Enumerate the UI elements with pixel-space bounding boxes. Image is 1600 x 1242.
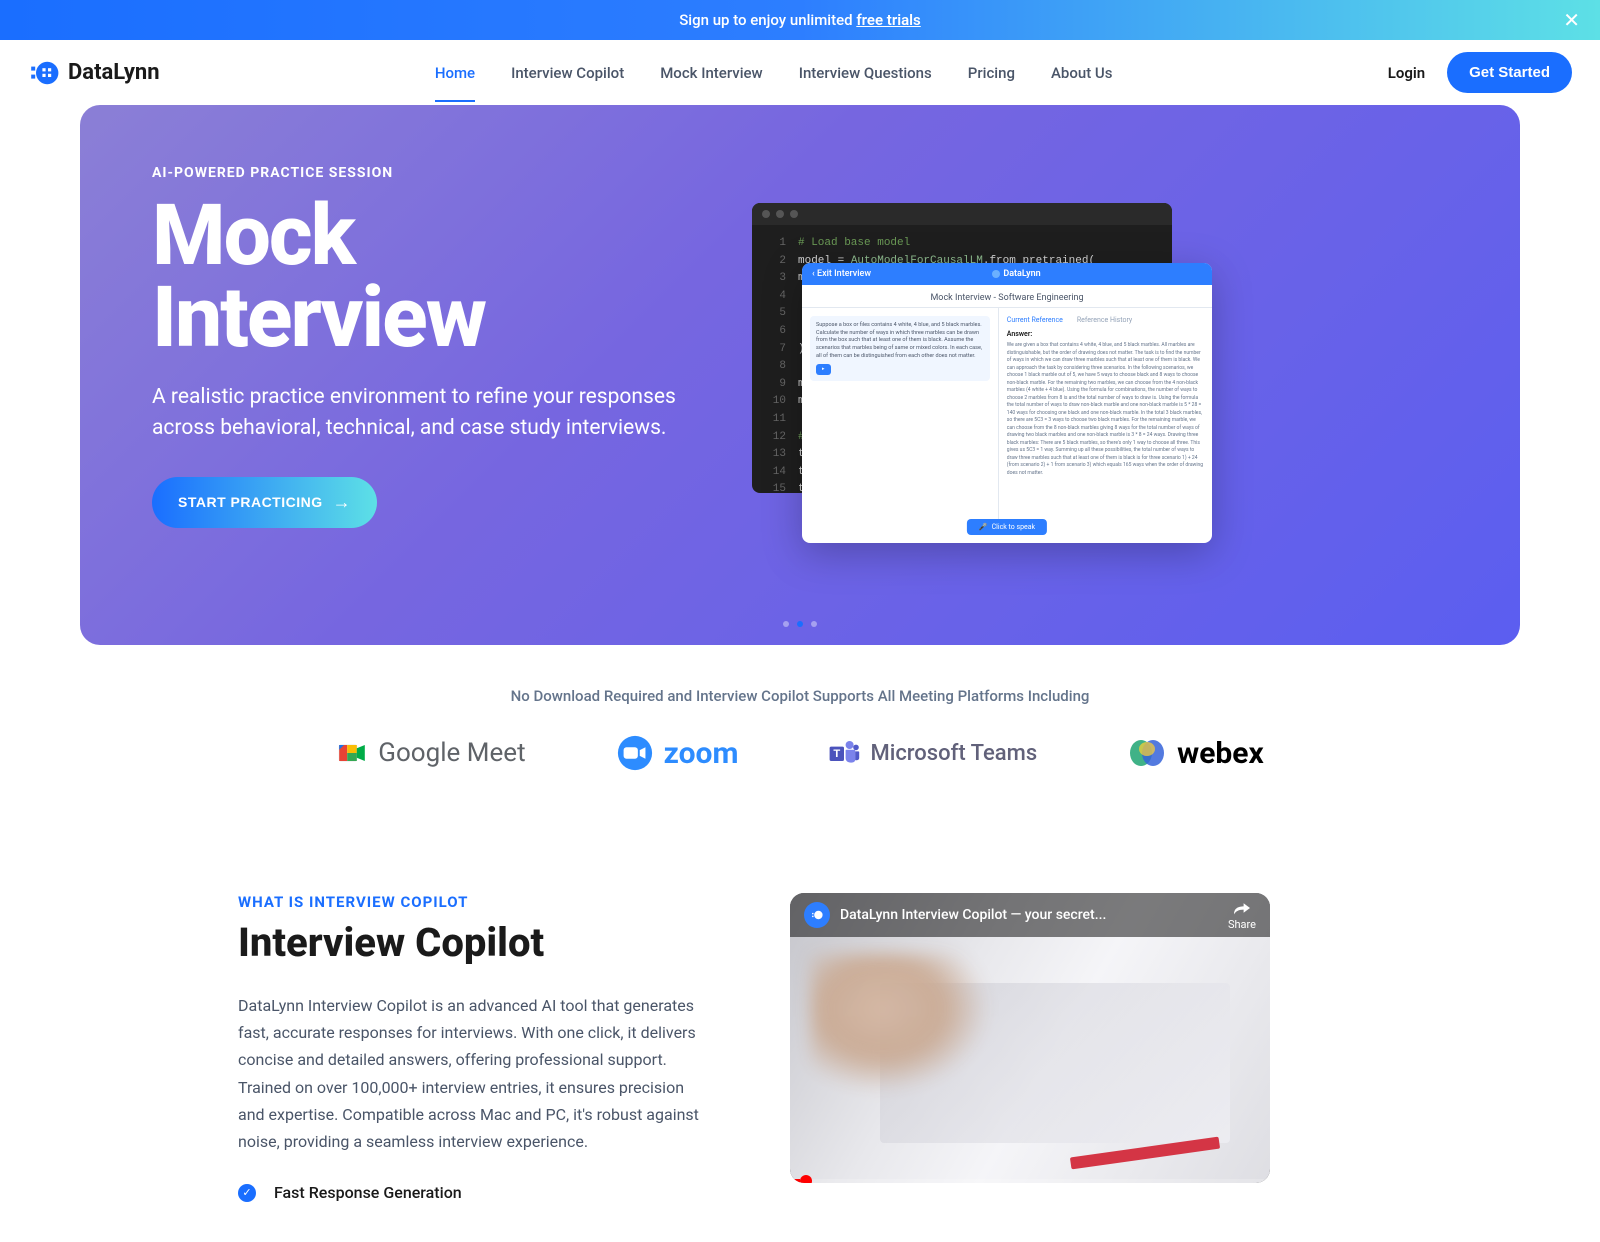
platform-google-meet: Google Meet	[336, 737, 525, 769]
nav-mock-interview[interactable]: Mock Interview	[660, 56, 763, 90]
google-meet-icon	[336, 737, 368, 769]
nav-interview-copilot[interactable]: Interview Copilot	[511, 56, 624, 90]
platforms-logos: Google Meet zoom T Microsoft Teams	[80, 733, 1520, 773]
webex-icon	[1127, 733, 1167, 773]
platform-label: webex	[1177, 736, 1264, 771]
zoom-icon	[616, 734, 654, 772]
platforms-text: No Download Required and Interview Copil…	[80, 687, 1520, 705]
hero-title: Mock Interview	[152, 195, 682, 360]
hero-description: A realistic practice environment to refi…	[152, 382, 682, 445]
svg-text:T: T	[834, 748, 841, 760]
platform-teams: T Microsoft Teams	[828, 737, 1037, 769]
share-label: Share	[1228, 918, 1256, 931]
video-progress[interactable]	[790, 1179, 1270, 1183]
platform-label: Microsoft Teams	[870, 741, 1037, 766]
platform-zoom: zoom	[616, 734, 739, 772]
video-player[interactable]: DataLynn Interview Copilot — your secret…	[790, 893, 1270, 1183]
carousel-dot-1[interactable]	[783, 621, 789, 627]
carousel-dots	[783, 621, 817, 627]
banner-link[interactable]: free trials	[856, 11, 920, 29]
nav-about-us[interactable]: About Us	[1051, 56, 1113, 90]
nav-right: Login Get Started	[1388, 52, 1572, 93]
video-title: DataLynn Interview Copilot — your secret…	[840, 907, 1218, 923]
carousel-dot-3[interactable]	[811, 621, 817, 627]
logo-icon	[28, 57, 60, 89]
platform-label: zoom	[664, 736, 739, 771]
cta-label: START PRACTICING	[178, 494, 323, 510]
copilot-video-wrap: DataLynn Interview Copilot — your secret…	[790, 893, 1420, 1183]
copilot-content: WHAT IS INTERVIEW COPILOT Interview Copi…	[180, 893, 710, 1202]
copilot-section: WHAT IS INTERVIEW COPILOT Interview Copi…	[0, 803, 1600, 1242]
nav-home[interactable]: Home	[435, 56, 475, 90]
platform-label: Google Meet	[378, 738, 525, 768]
hero-eyebrow: AI-POWERED PRACTICE SESSION	[152, 165, 682, 181]
teams-icon: T	[828, 737, 860, 769]
platform-webex: webex	[1127, 733, 1264, 773]
hero-title-l2: Interview	[152, 268, 485, 367]
copilot-eyebrow: WHAT IS INTERVIEW COPILOT	[238, 893, 710, 911]
arrow-right-icon: →	[333, 492, 352, 513]
hero-section: AI-POWERED PRACTICE SESSION Mock Intervi…	[80, 105, 1520, 645]
nav-pricing[interactable]: Pricing	[968, 56, 1015, 90]
logo[interactable]: DataLynn	[28, 57, 160, 89]
hero-content: AI-POWERED PRACTICE SESSION Mock Intervi…	[152, 165, 682, 601]
get-started-button[interactable]: Get Started	[1447, 52, 1572, 93]
platforms-section: No Download Required and Interview Copil…	[0, 645, 1600, 803]
main-nav: DataLynn Home Interview Copilot Mock Int…	[0, 40, 1600, 105]
feature-item: ✓ Fast Response Generation	[238, 1183, 710, 1202]
carousel-dot-2[interactable]	[797, 621, 803, 627]
check-icon: ✓	[238, 1184, 256, 1202]
app-panel-graphic: ‹ Exit Interview DataLynn Mock Interview…	[802, 263, 1212, 543]
copilot-description: DataLynn Interview Copilot is an advance…	[238, 992, 710, 1155]
start-practicing-button[interactable]: START PRACTICING →	[152, 477, 377, 528]
hero-graphics: 1# Load base model 2model = AutoModelFor…	[712, 165, 1448, 601]
banner-text: Sign up to enjoy unlimited free trials	[679, 11, 921, 29]
promo-banner: Sign up to enjoy unlimited free trials ✕	[0, 0, 1600, 40]
video-header: DataLynn Interview Copilot — your secret…	[790, 893, 1270, 937]
share-button[interactable]: Share	[1228, 900, 1256, 931]
video-avatar-icon	[804, 902, 830, 928]
copilot-title: Interview Copilot	[238, 919, 710, 966]
share-icon	[1232, 900, 1252, 916]
nav-links: Home Interview Copilot Mock Interview In…	[435, 56, 1113, 90]
feature-label: Fast Response Generation	[274, 1183, 462, 1202]
brand-name: DataLynn	[68, 60, 160, 85]
login-link[interactable]: Login	[1388, 64, 1425, 82]
nav-interview-questions[interactable]: Interview Questions	[799, 56, 932, 90]
close-icon[interactable]: ✕	[1563, 10, 1580, 30]
